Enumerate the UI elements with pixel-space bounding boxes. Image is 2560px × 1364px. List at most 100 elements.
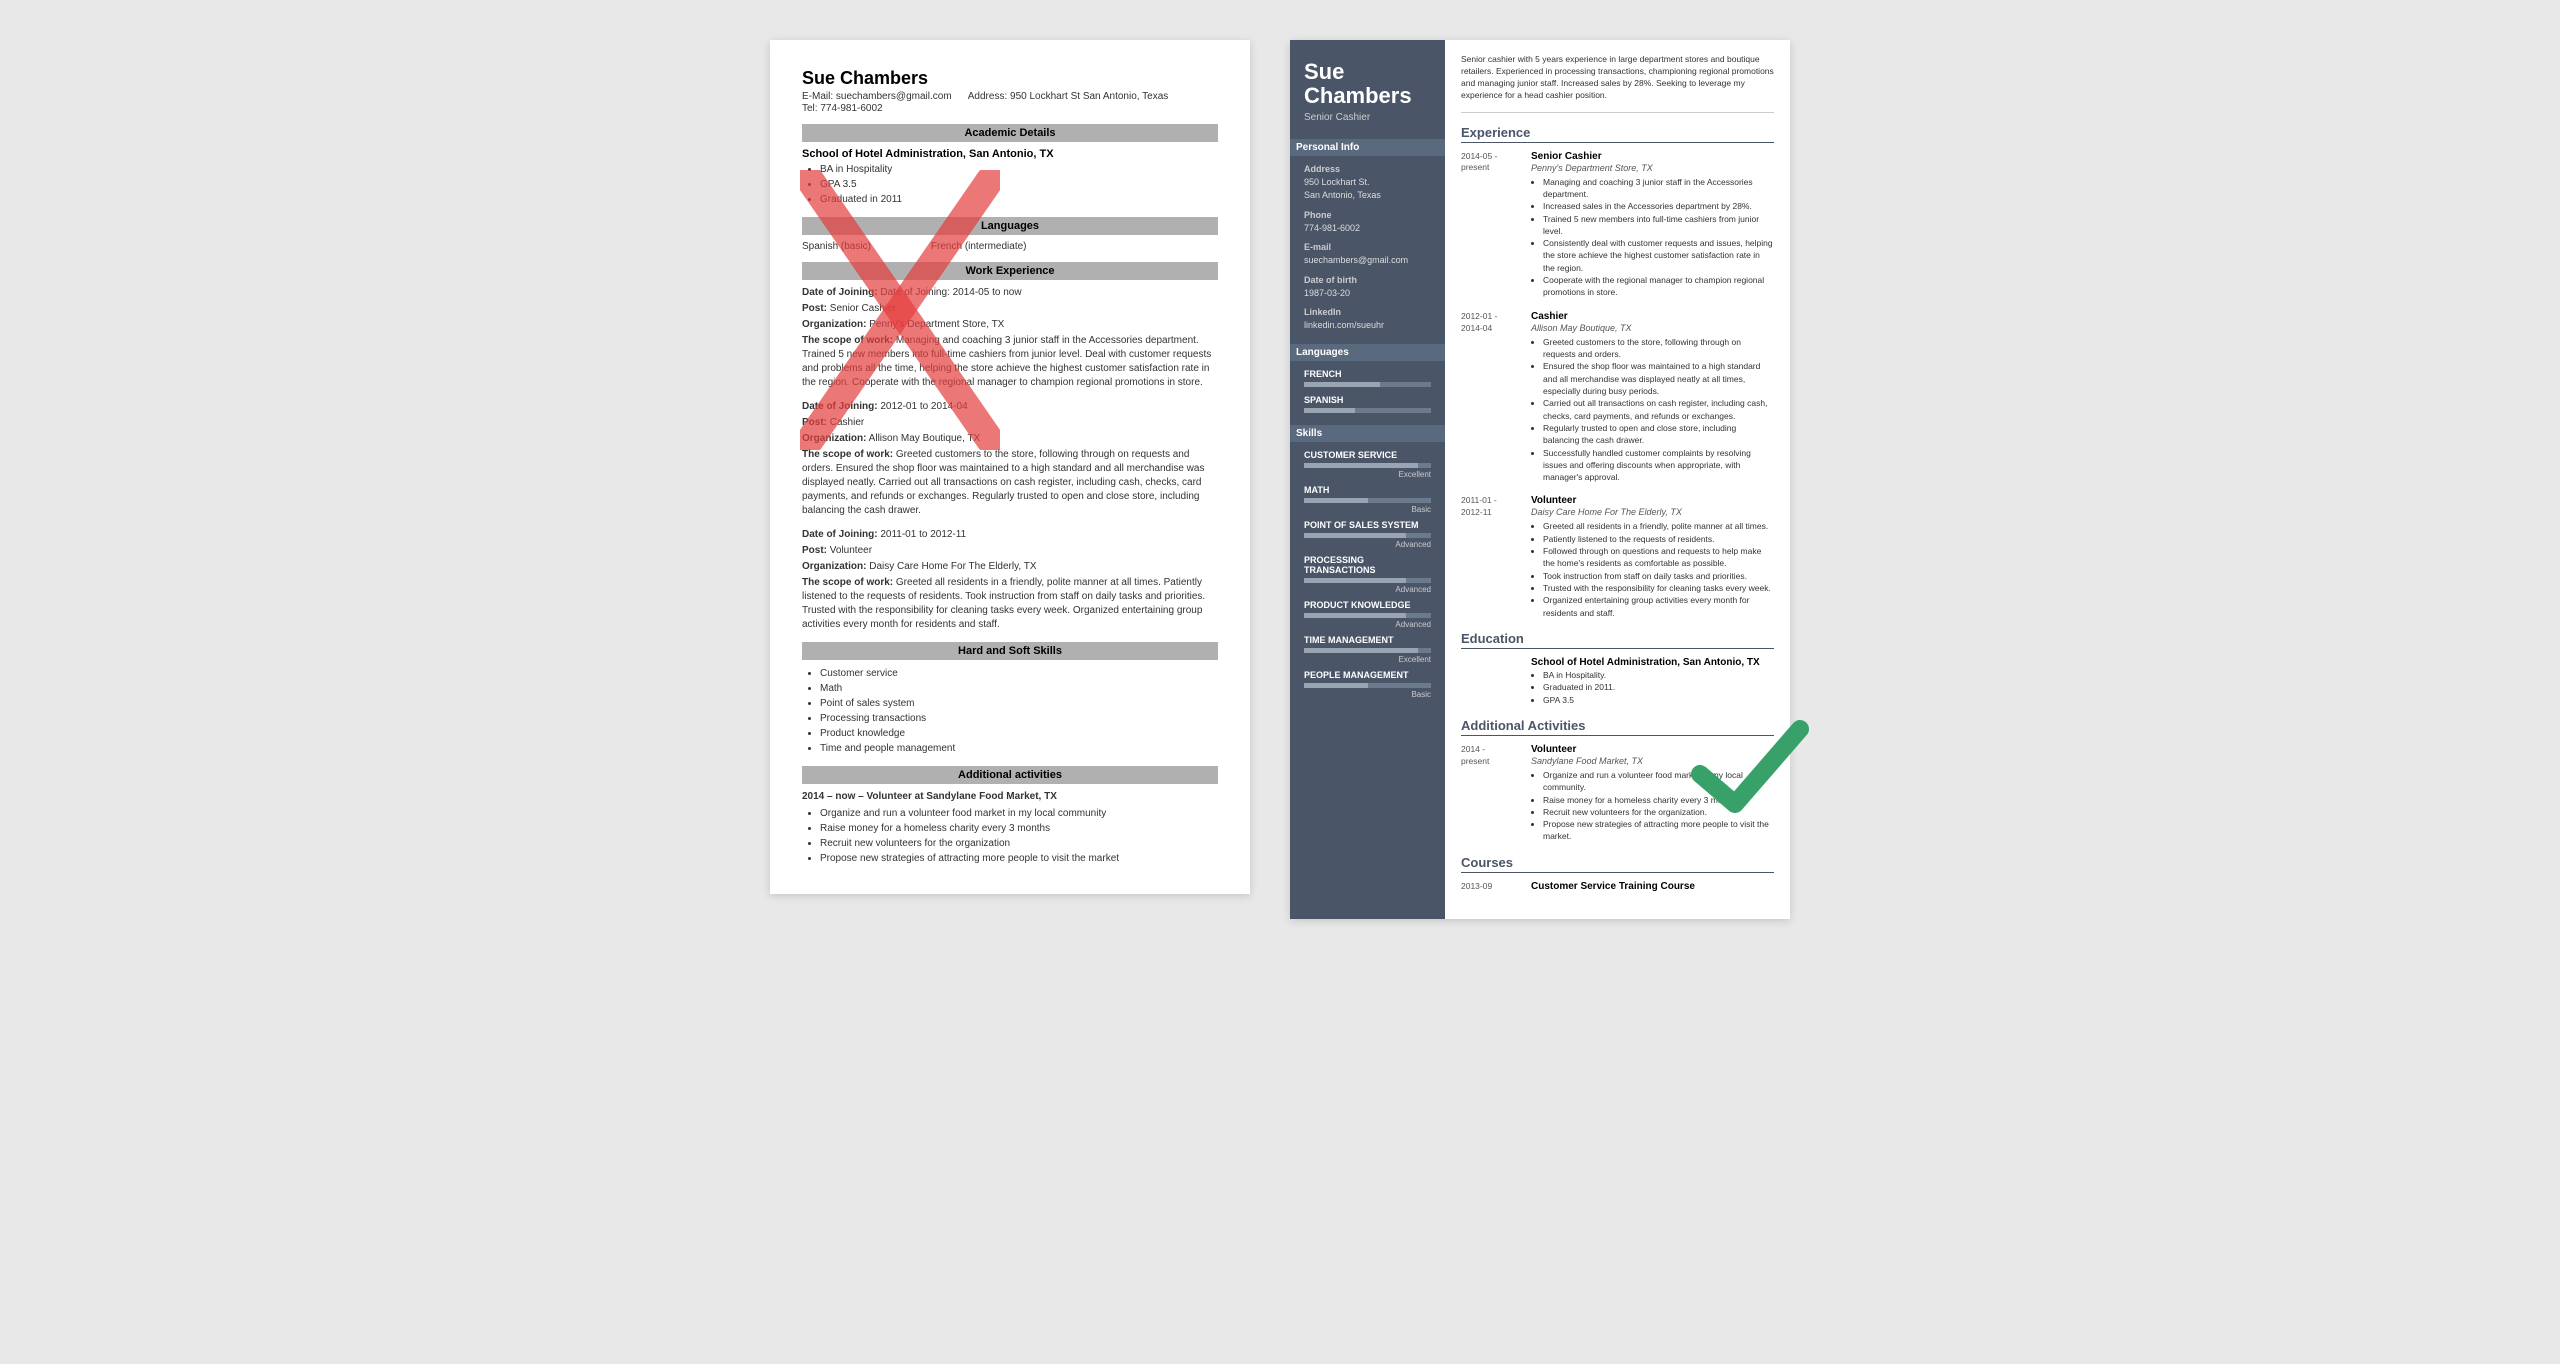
skill-pos-bar-bg [1304, 533, 1431, 538]
work-post-2: Post: Cashier [802, 416, 1218, 430]
academic-item: GPA 3.5 [820, 177, 1218, 192]
activities-entry-right: 2014 -present Volunteer Sandylane Food M… [1461, 744, 1774, 843]
course-details: Customer Service Training Course [1531, 881, 1774, 893]
phone-value: 774-981-6002 [1304, 222, 1431, 235]
skill-item: Math [820, 681, 1218, 696]
activities-right-title: Additional Activities [1461, 718, 1774, 736]
skills-list: Customer service Math Point of sales sys… [820, 666, 1218, 756]
skill-math-label: Basic [1304, 505, 1431, 514]
skill-pm-bar-bg [1304, 683, 1431, 688]
right-resume: Sue Chambers Senior Cashier Personal Inf… [1290, 40, 1790, 919]
course-name: Customer Service Training Course [1531, 881, 1774, 892]
exp-details-3: Volunteer Daisy Care Home For The Elderl… [1531, 495, 1774, 619]
french-bar-fill [1304, 382, 1380, 387]
exp-entry-2: 2012-01 -2014-04 Cashier Allison May Bou… [1461, 311, 1774, 484]
skill-cs-bar-bg [1304, 463, 1431, 468]
exp-bullet: Trusted with the responsibility for clea… [1543, 582, 1774, 594]
skill-pt-bar-bg [1304, 578, 1431, 583]
activities-header: Additional activities [802, 766, 1218, 784]
skill-cs-label: Excellent [1304, 470, 1431, 479]
academic-item: BA in Hospitality [820, 162, 1218, 177]
academic-header: Academic Details [802, 124, 1218, 142]
personal-info-title: Personal Info [1290, 139, 1445, 156]
main-content: Senior cashier with 5 years experience i… [1445, 40, 1790, 919]
skill-cs-bar-fill [1304, 463, 1418, 468]
skill-tm-name: TIME MANAGEMENT [1304, 635, 1431, 645]
exp-title-3: Volunteer [1531, 495, 1774, 506]
address-label: Address [1304, 164, 1431, 174]
skill-pk-bar-bg [1304, 613, 1431, 618]
lang-french: French (intermediate) [931, 241, 1027, 252]
lang-spanish-label: SPANISH [1304, 395, 1431, 405]
skill-math-bar-bg [1304, 498, 1431, 503]
right-title: Senior Cashier [1304, 112, 1431, 123]
skill-item: Time and people management [820, 741, 1218, 756]
exp-bullet: Regularly trusted to open and close stor… [1543, 422, 1774, 447]
act-bullet: Organize and run a volunteer food market… [1543, 769, 1774, 794]
languages-row: Spanish (basic) French (intermediate) [802, 241, 1218, 252]
resume-sidebar: Sue Chambers Senior Cashier Personal Inf… [1290, 40, 1445, 919]
exp-bullet: Ensured the shop floor was maintained to… [1543, 360, 1774, 397]
act-bullets: Organize and run a volunteer food market… [1543, 769, 1774, 843]
left-email: E-Mail: suechambers@gmail.com [802, 91, 952, 102]
academic-item: Graduated in 2011 [820, 192, 1218, 207]
skill-pos-label: Advanced [1304, 540, 1431, 549]
work-scope-3: The scope of work: Greeted all residents… [802, 576, 1218, 632]
exp-bullet: Greeted customers to the store, followin… [1543, 336, 1774, 361]
summary-text: Senior cashier with 5 years experience i… [1461, 54, 1774, 113]
edu-item: BA in Hospitality. [1543, 669, 1774, 681]
education-entry: School of Hotel Administration, San Anto… [1461, 657, 1774, 706]
exp-details-1: Senior Cashier Penny's Department Store,… [1531, 151, 1774, 299]
activity-item: Propose new strategies of attracting mor… [820, 851, 1218, 866]
lang-french-label: FRENCH [1304, 369, 1431, 379]
spanish-bar-fill [1304, 408, 1355, 413]
linkedin-label: LinkedIn [1304, 307, 1431, 317]
exp-bullet: Increased sales in the Accessories depar… [1543, 200, 1774, 212]
act-company: Sandylane Food Market, TX [1531, 756, 1774, 766]
skills-header: Hard and Soft Skills [802, 642, 1218, 660]
exp-bullet: Patiently listened to the requests of re… [1543, 533, 1774, 545]
skill-pos-bar-fill [1304, 533, 1406, 538]
address-value: 950 Lockhart St.San Antonio, Texas [1304, 176, 1431, 201]
exp-bullet: Trained 5 new members into full-time cas… [1543, 213, 1774, 238]
work-post-3: Post: Volunteer [802, 544, 1218, 558]
skill-pk-bar-fill [1304, 613, 1406, 618]
act-bullet: Raise money for a homeless charity every… [1543, 794, 1774, 806]
activity-item: Recruit new volunteers for the organizat… [820, 836, 1218, 851]
work-entry-2: Date of Joining: 2012-01 to 2014-04 Post… [802, 400, 1218, 518]
work-org-2: Organization: Allison May Boutique, TX [802, 432, 1218, 446]
exp-details-2: Cashier Allison May Boutique, TX Greeted… [1531, 311, 1774, 484]
exp-bullet: Consistently deal with customer requests… [1543, 237, 1774, 274]
exp-bullet: Managing and coaching 3 junior staff in … [1543, 176, 1774, 201]
exp-entry-3: 2011-01 -2012-11 Volunteer Daisy Care Ho… [1461, 495, 1774, 619]
courses-title: Courses [1461, 855, 1774, 873]
act-details: Volunteer Sandylane Food Market, TX Orga… [1531, 744, 1774, 843]
exp-company-3: Daisy Care Home For The Elderly, TX [1531, 507, 1774, 517]
exp-date-2: 2012-01 -2014-04 [1461, 311, 1521, 484]
exp-entry-1: 2014-05 -present Senior Cashier Penny's … [1461, 151, 1774, 299]
phone-label: Phone [1304, 210, 1431, 220]
work-post-1: Post: Senior Cashier [802, 302, 1218, 316]
education-title: Education [1461, 631, 1774, 649]
skill-pm-name: PEOPLE MANAGEMENT [1304, 670, 1431, 680]
exp-company-1: Penny's Department Store, TX [1531, 163, 1774, 173]
act-title: Volunteer [1531, 744, 1774, 755]
edu-details: School of Hotel Administration, San Anto… [1531, 657, 1774, 706]
exp-title-1: Senior Cashier [1531, 151, 1774, 162]
work-scope-1: The scope of work: Managing and coaching… [802, 334, 1218, 390]
languages-header: Languages [802, 217, 1218, 235]
dob-label: Date of birth [1304, 275, 1431, 285]
work-joining-2: Date of Joining: 2012-01 to 2014-04 [802, 400, 1218, 414]
skill-tm-label: Excellent [1304, 655, 1431, 664]
skill-math-bar-fill [1304, 498, 1368, 503]
linkedin-value: linkedin.com/sueuhr [1304, 319, 1431, 332]
experience-title: Experience [1461, 125, 1774, 143]
work-scope-2: The scope of work: Greeted customers to … [802, 448, 1218, 518]
skill-pt-bar-fill [1304, 578, 1406, 583]
skill-item: Processing transactions [820, 711, 1218, 726]
skill-pos-name: POINT OF SALES SYSTEM [1304, 520, 1431, 530]
left-name: Sue Chambers [802, 68, 1218, 89]
exp-bullets-2: Greeted customers to the store, followin… [1543, 336, 1774, 484]
exp-bullet: Carried out all transactions on cash reg… [1543, 397, 1774, 422]
french-bar-bg [1304, 382, 1431, 387]
